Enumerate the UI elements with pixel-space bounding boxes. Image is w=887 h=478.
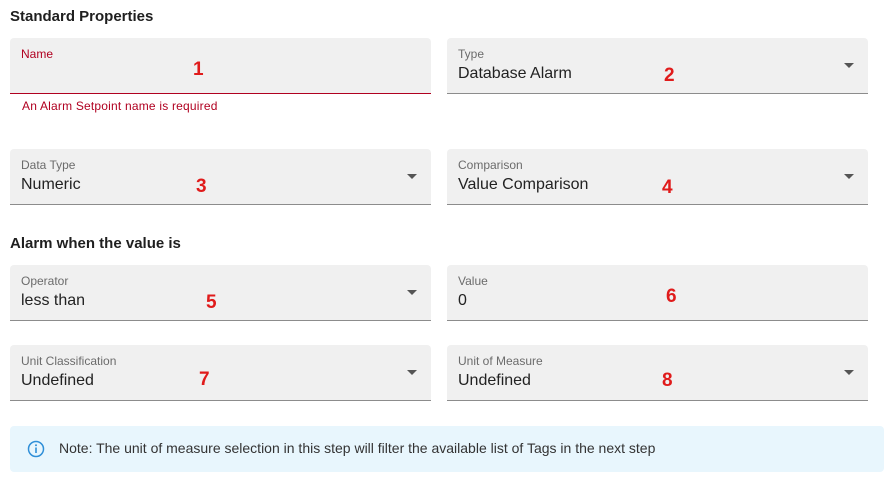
operator-select[interactable]: Operator less than [10, 265, 431, 321]
annotation-4: 4 [662, 177, 673, 198]
comparison-select-value: Value Comparison [458, 176, 589, 193]
data-type-select-label: Data Type [21, 158, 76, 172]
unit-classification-select[interactable]: Unit Classification Undefined [10, 345, 431, 401]
info-note: Note: The unit of measure selection in t… [10, 426, 884, 472]
value-input-label: Value [458, 274, 488, 288]
type-select-value: Database Alarm [458, 65, 572, 82]
annotation-3: 3 [196, 176, 207, 197]
name-field[interactable]: Name [10, 38, 431, 94]
name-error-message: An Alarm Setpoint name is required [22, 99, 218, 113]
annotation-7: 7 [199, 369, 210, 390]
type-select-label: Type [458, 47, 485, 61]
unit-classification-select-label: Unit Classification [21, 354, 117, 368]
name-field-label: Name [21, 47, 54, 61]
dropdown-arrow-icon [844, 174, 854, 179]
annotation-5: 5 [206, 292, 217, 313]
operator-select-label: Operator [21, 274, 69, 288]
data-type-select-value: Numeric [21, 176, 81, 193]
info-icon [27, 440, 45, 458]
dropdown-arrow-icon [407, 290, 417, 295]
dropdown-arrow-icon [407, 174, 417, 179]
annotation-2: 2 [664, 65, 675, 86]
data-type-select[interactable]: Data Type Numeric [10, 149, 431, 205]
value-input[interactable]: Value 0 [447, 265, 868, 321]
comparison-select-label: Comparison [458, 158, 523, 172]
comparison-select[interactable]: Comparison Value Comparison [447, 149, 868, 205]
alarm-when-heading: Alarm when the value is [10, 235, 181, 252]
info-note-text: Note: The unit of measure selection in t… [59, 440, 656, 456]
unit-of-measure-select[interactable]: Unit of Measure Undefined [447, 345, 868, 401]
dropdown-arrow-icon [844, 370, 854, 375]
standard-properties-heading: Standard Properties [10, 8, 154, 25]
operator-select-value: less than [21, 292, 86, 309]
unit-of-measure-select-label: Unit of Measure [458, 354, 543, 368]
annotation-6: 6 [666, 286, 677, 307]
dropdown-arrow-icon [407, 370, 417, 375]
value-input-value: 0 [458, 292, 467, 309]
type-select[interactable]: Type Database Alarm [447, 38, 868, 94]
dropdown-arrow-icon [844, 63, 854, 68]
unit-of-measure-select-value: Undefined [458, 372, 531, 389]
annotation-1: 1 [193, 59, 204, 80]
unit-classification-select-value: Undefined [21, 372, 94, 389]
annotation-8: 8 [662, 370, 673, 391]
